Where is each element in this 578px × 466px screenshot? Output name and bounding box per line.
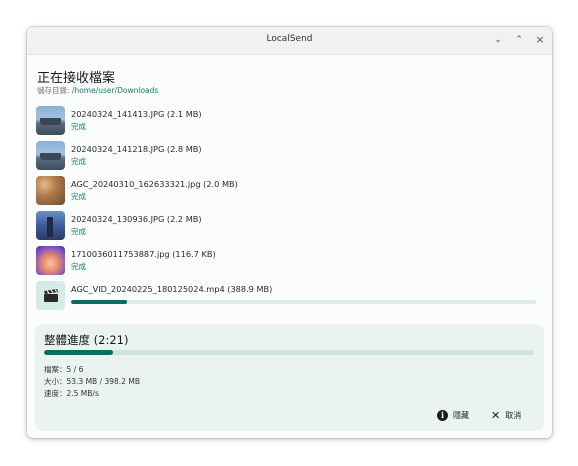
- file-thumbnail: [36, 106, 65, 135]
- file-item: 20240324_141218.JPG (2.8 MB) 完成: [34, 140, 544, 172]
- file-name: AGC_VID_20240225_180125024.mp4 (388.9 MB…: [71, 284, 273, 294]
- overall-progress-title: 整體進度 (2:21): [44, 333, 129, 347]
- info-icon: i: [437, 409, 448, 421]
- save-directory-path: /home/user/Downloads: [71, 86, 159, 95]
- hide-button[interactable]: i 隱藏: [437, 408, 469, 422]
- save-directory: 儲存目錄: /home/user/Downloads: [37, 85, 158, 96]
- file-item: 1710036011753887.jpg (116.7 KB) 完成: [34, 245, 544, 277]
- file-status: 完成: [71, 122, 86, 131]
- maximize-button[interactable]: ⌃: [511, 32, 527, 48]
- hide-label: 隱藏: [453, 410, 469, 420]
- file-name: 20240324_130936.JPG (2.2 MB): [71, 214, 202, 224]
- file-progress-bar: [71, 300, 536, 304]
- file-item: 20240324_141413.JPG (2.1 MB) 完成: [34, 105, 544, 137]
- file-thumbnail: [36, 176, 65, 205]
- file-item: 20240324_130936.JPG (2.2 MB) 完成: [34, 210, 544, 242]
- page-title: 正在接收檔案: [37, 71, 116, 86]
- file-thumbnail: [36, 246, 65, 275]
- file-name: 1710036011753887.jpg (116.7 KB): [71, 249, 216, 259]
- file-status: 完成: [71, 157, 86, 166]
- close-icon: ✕: [491, 408, 501, 422]
- file-progress-fill: [71, 300, 127, 304]
- file-thumbnail: [36, 141, 65, 170]
- file-item: AGC_20240310_162633321.jpg (2.0 MB) 完成: [34, 175, 544, 207]
- overall-progress-bar: [44, 350, 534, 355]
- cancel-label: 取消: [505, 410, 522, 420]
- overall-progress-fill: [44, 350, 113, 355]
- save-directory-label: 儲存目錄:: [37, 86, 72, 95]
- file-name: AGC_20240310_162633321.jpg (2.0 MB): [71, 179, 238, 189]
- minimize-button[interactable]: ⌄: [490, 32, 506, 48]
- title-bar[interactable]: LocalSend ⌄ ⌃ ×: [27, 27, 552, 55]
- file-item: AGC_VID_20240225_180125024.mp4 (388.9 MB…: [34, 280, 544, 312]
- window-title: LocalSend: [266, 34, 313, 44]
- transfer-speed: 速度：2.5 MB/s: [44, 389, 99, 398]
- size-progress: 大小：53.3 MB / 398.2 MB: [44, 377, 140, 386]
- cancel-button[interactable]: ✕ 取消: [491, 408, 521, 422]
- overall-progress-panel: 整體進度 (2:21) 檔案：5 / 6 大小：53.3 MB / 398.2 …: [35, 324, 544, 431]
- file-status: 完成: [71, 262, 86, 271]
- close-button[interactable]: ×: [532, 32, 548, 48]
- file-name: 20240324_141413.JPG (2.1 MB): [71, 109, 202, 119]
- files-count: 檔案：5 / 6: [44, 365, 84, 374]
- file-thumbnail: [36, 211, 65, 240]
- file-status: 完成: [71, 192, 86, 201]
- video-clapper-icon: [36, 281, 65, 310]
- app-window: LocalSend ⌄ ⌃ × 正在接收檔案 儲存目錄: /home/user/…: [27, 27, 552, 438]
- file-status: 完成: [71, 227, 86, 236]
- file-name: 20240324_141218.JPG (2.8 MB): [71, 144, 202, 154]
